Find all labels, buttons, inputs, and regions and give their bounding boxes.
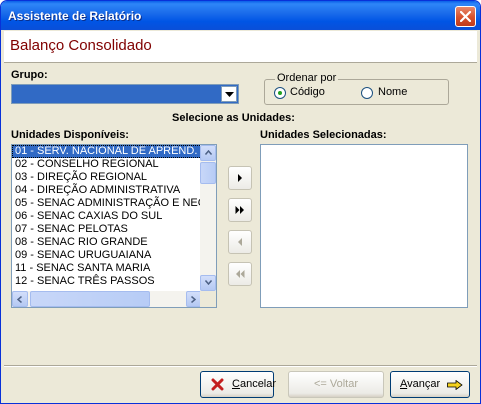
radio-nome-label[interactable]: Nome <box>378 86 407 98</box>
available-label: Unidades Disponíveis: <box>11 129 129 141</box>
list-item[interactable]: 09 - SENAC URUGUAIANA <box>12 249 202 262</box>
list-item[interactable]: 04 - DIREÇÃO ADMINISTRATIVA <box>12 184 202 197</box>
close-button[interactable] <box>455 6 476 27</box>
back-button[interactable]: <= Voltar <box>288 371 384 398</box>
list-item[interactable]: 12 - SENAC TRÊS PASSOS <box>12 275 202 288</box>
bottom-separator <box>4 365 477 367</box>
dialog-window: Assistente de Relatório Balanço Consolid… <box>0 0 481 404</box>
ordenar-legend: Ordenar por <box>275 72 339 84</box>
list-item[interactable]: 01 - SERV. NACIONAL DE APREND. C <box>12 145 202 158</box>
horizontal-scrollbar[interactable] <box>12 291 202 307</box>
window-title: Assistente de Relatório <box>8 9 142 23</box>
back-label: <= Voltar <box>313 378 359 390</box>
ordenar-groupbox: Ordenar por Código Nome <box>264 72 449 105</box>
grupo-label: Grupo: <box>11 69 48 81</box>
scroll-left-button[interactable] <box>12 291 28 307</box>
red-x-icon <box>211 378 224 391</box>
selected-label: Unidades Selecionadas: <box>260 129 387 141</box>
available-units-items: 01 - SERV. NACIONAL DE APREND. C 02 - CON… <box>12 145 202 291</box>
chevron-down-icon <box>225 92 234 97</box>
radio-codigo[interactable] <box>274 87 286 99</box>
chevron-down-icon <box>205 280 212 285</box>
grupo-dropdown-button[interactable] <box>221 86 237 102</box>
remove-one-button[interactable] <box>228 230 252 254</box>
vertical-scroll-thumb[interactable] <box>200 162 216 184</box>
list-item[interactable]: 08 - SENAC RIO GRANDE <box>12 236 202 249</box>
add-one-button[interactable] <box>228 166 252 190</box>
chevron-right-icon <box>191 296 196 303</box>
list-item[interactable]: 03 - DIREÇÃO REGIONAL <box>12 171 202 184</box>
double-arrow-left-icon <box>236 270 245 278</box>
scroll-up-button[interactable] <box>200 145 216 161</box>
chevron-up-icon <box>205 150 212 155</box>
section-title: Selecione as Unidades: <box>172 112 295 124</box>
horizontal-scroll-thumb[interactable] <box>30 291 150 307</box>
selected-units-list[interactable] <box>260 144 468 308</box>
title-bar[interactable]: Assistente de Relatório <box>1 1 480 30</box>
radio-nome[interactable] <box>361 87 373 99</box>
arrow-right-icon <box>238 174 242 182</box>
scroll-corner <box>200 291 216 307</box>
report-heading: Balanço Consolidado <box>10 37 152 54</box>
cancel-label: Cancelar <box>232 378 277 390</box>
add-all-button[interactable] <box>228 198 252 222</box>
list-item[interactable]: 05 - SENAC ADMINISTRAÇÃO E NEG <box>12 197 202 210</box>
list-item[interactable]: 07 - SENAC PELOTAS <box>12 223 202 236</box>
next-button[interactable]: Avançar <box>390 371 470 398</box>
double-arrow-right-icon <box>235 206 244 214</box>
arrow-right-icon <box>447 380 463 390</box>
remove-all-button[interactable] <box>228 262 252 286</box>
vertical-scrollbar[interactable] <box>200 145 216 291</box>
radio-codigo-label[interactable]: Código <box>290 86 325 98</box>
list-item[interactable]: 02 - CONSELHO REGIONAL <box>12 158 202 171</box>
cancel-button[interactable]: Cancelar <box>200 371 277 398</box>
scroll-down-button[interactable] <box>200 275 216 291</box>
header-strip: Balanço Consolidado <box>4 31 477 63</box>
chevron-left-icon <box>17 296 22 303</box>
arrow-left-icon <box>238 238 242 246</box>
grupo-combobox[interactable] <box>11 84 239 104</box>
available-units-list[interactable]: 01 - SERV. NACIONAL DE APREND. C 02 - CON… <box>11 144 217 308</box>
next-label: Avançar <box>400 378 441 390</box>
list-item[interactable]: 11 - SENAC SANTA MARIA <box>12 262 202 275</box>
list-item[interactable]: 06 - SENAC CAXIAS DO SUL <box>12 210 202 223</box>
close-icon <box>460 11 471 22</box>
